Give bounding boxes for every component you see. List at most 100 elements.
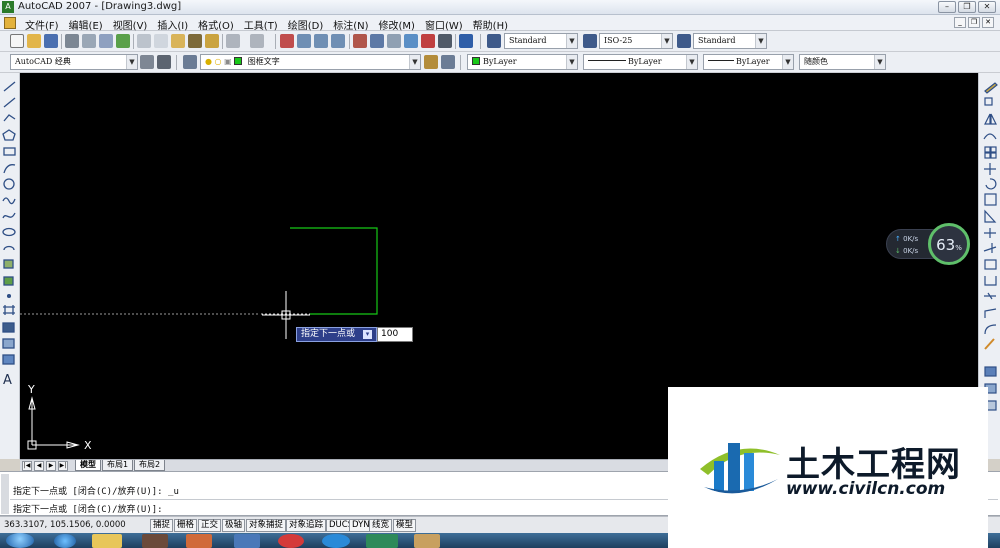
minimize-button[interactable]: – [938, 1, 956, 13]
properties-icon[interactable] [353, 34, 367, 48]
coordinate-display[interactable]: 363.3107, 105.1506, 0.0000 [4, 520, 126, 530]
my-workspace-icon[interactable] [157, 55, 171, 69]
network-speed-widget[interactable]: ↑ 0K/s ↓ 0K/s 63% [886, 223, 972, 265]
zoom-realtime-icon[interactable] [297, 34, 311, 48]
publish-icon[interactable] [99, 34, 113, 48]
linetype-select[interactable]: ByLayer ▼ [583, 54, 698, 70]
lineweight-toggle[interactable]: 线宽 [369, 519, 393, 532]
gradient-icon[interactable] [2, 322, 15, 333]
autocad-taskbar-icon[interactable] [366, 534, 398, 548]
undo-icon[interactable] [226, 34, 240, 48]
hatch-icon[interactable] [3, 305, 15, 315]
doc-restore-button[interactable]: ❐ [968, 17, 980, 28]
design-center-icon[interactable] [370, 34, 384, 48]
layer-previous-icon[interactable] [441, 55, 455, 69]
zoom-previous-icon[interactable] [331, 34, 345, 48]
break-icon[interactable] [984, 276, 997, 286]
fillet-icon[interactable] [984, 324, 997, 335]
tab-layout2[interactable]: 布局2 [134, 460, 166, 471]
command-window-grip[interactable] [1, 474, 9, 514]
mirror-icon[interactable] [984, 113, 997, 125]
taskbar-app-1-icon[interactable] [142, 534, 168, 548]
workspace-settings-icon[interactable] [140, 55, 154, 69]
rectangle-icon[interactable] [3, 147, 16, 156]
ellipse-arc-icon[interactable] [3, 245, 15, 251]
snap-toggle[interactable]: 捕捉 [150, 519, 174, 532]
autocad-app-icon[interactable]: A [2, 1, 14, 13]
taskbar-app-2-icon[interactable] [186, 534, 212, 548]
text-style-icon[interactable] [487, 34, 501, 48]
text-style-select[interactable]: Standard ▼ [504, 33, 578, 49]
ortho-toggle[interactable]: 正交 [198, 519, 222, 532]
spline-icon[interactable] [2, 212, 16, 219]
tab-layout1[interactable]: 布局1 [102, 460, 134, 471]
ellipse-icon[interactable] [2, 227, 16, 237]
make-block-icon[interactable] [3, 276, 14, 286]
array-icon[interactable] [984, 146, 991, 153]
start-button-icon[interactable] [6, 533, 34, 548]
layer-select[interactable]: ● ○ ▣ 图框文字 ▼ [200, 54, 421, 70]
color-select[interactable]: ByLayer ▼ [467, 54, 578, 70]
first-tab-button[interactable]: |◀ [22, 461, 32, 471]
last-tab-button[interactable]: ▶| [58, 461, 68, 471]
polar-toggle[interactable]: 极轴 [222, 519, 246, 532]
osnap-toggle[interactable]: 对象捕捉 [246, 519, 287, 532]
rotate-icon[interactable] [985, 178, 997, 190]
trim-icon[interactable] [984, 228, 996, 238]
grid-toggle[interactable]: 栅格 [174, 519, 198, 532]
lineweight-select[interactable]: ByLayer ▼ [703, 54, 794, 70]
scale-icon[interactable] [984, 193, 997, 206]
command-prompt-line[interactable]: 指定下一点或 [闭合(C)/放弃(U)]: [13, 502, 163, 515]
chamfer-icon[interactable] [984, 308, 997, 318]
make-current-layer-icon[interactable] [424, 55, 438, 69]
point-icon[interactable] [6, 293, 12, 299]
sheet-set-icon[interactable] [404, 34, 418, 48]
join-icon[interactable] [984, 292, 996, 300]
block-editor-icon[interactable] [205, 34, 219, 48]
taskbar-app-5-icon[interactable] [322, 534, 350, 548]
save-icon[interactable] [44, 34, 58, 48]
tab-model[interactable]: 模型 [75, 460, 101, 471]
polygon-icon[interactable] [2, 129, 16, 141]
break-at-point-icon[interactable] [984, 259, 997, 270]
taskbar-app-3-icon[interactable] [234, 534, 260, 548]
green-polyline[interactable] [290, 227, 378, 315]
circle-icon[interactable] [3, 178, 15, 190]
close-button[interactable]: ✕ [978, 1, 996, 13]
paint-taskbar-icon[interactable] [414, 534, 440, 548]
insert-block-icon[interactable] [3, 259, 14, 269]
dim-style-icon[interactable] [583, 34, 597, 48]
dynamic-input-field[interactable]: 100 [377, 327, 413, 342]
otrack-toggle[interactable]: 对象追踪 [286, 519, 327, 532]
table-icon[interactable] [2, 354, 15, 365]
copy-object-icon[interactable] [984, 97, 993, 106]
line-tool-icon[interactable] [3, 81, 16, 92]
construction-line-icon[interactable] [3, 97, 16, 108]
explode-icon[interactable] [984, 338, 995, 350]
doc-minimize-button[interactable]: _ [954, 17, 966, 28]
print-preview-icon[interactable] [82, 34, 96, 48]
draw-order-icon[interactable] [984, 366, 997, 377]
print-icon[interactable] [65, 34, 79, 48]
pan-icon[interactable] [280, 34, 294, 48]
ie-browser-icon[interactable] [54, 534, 76, 548]
redo-icon[interactable] [250, 34, 264, 48]
zoom-window-icon[interactable] [314, 34, 328, 48]
prev-tab-button[interactable]: ◀ [34, 461, 44, 471]
next-tab-button[interactable]: ▶ [46, 461, 56, 471]
calculator-icon[interactable] [438, 34, 452, 48]
revision-cloud-icon[interactable] [2, 197, 16, 205]
match-properties-icon[interactable] [188, 34, 202, 48]
3d-dwf-icon[interactable] [116, 34, 130, 48]
region-icon[interactable] [2, 338, 15, 349]
file-explorer-icon[interactable] [92, 534, 122, 548]
new-file-icon[interactable] [10, 34, 24, 48]
plot-style-select[interactable]: 随颜色 ▼ [799, 54, 886, 70]
taskbar-app-4-icon[interactable] [278, 534, 304, 548]
open-file-icon[interactable] [27, 34, 41, 48]
table-style-select[interactable]: Standard ▼ [693, 33, 767, 49]
layer-manager-icon[interactable] [183, 55, 197, 69]
offset-icon[interactable] [983, 133, 997, 140]
restore-button[interactable]: ❐ [958, 1, 976, 13]
erase-icon[interactable] [984, 82, 998, 94]
